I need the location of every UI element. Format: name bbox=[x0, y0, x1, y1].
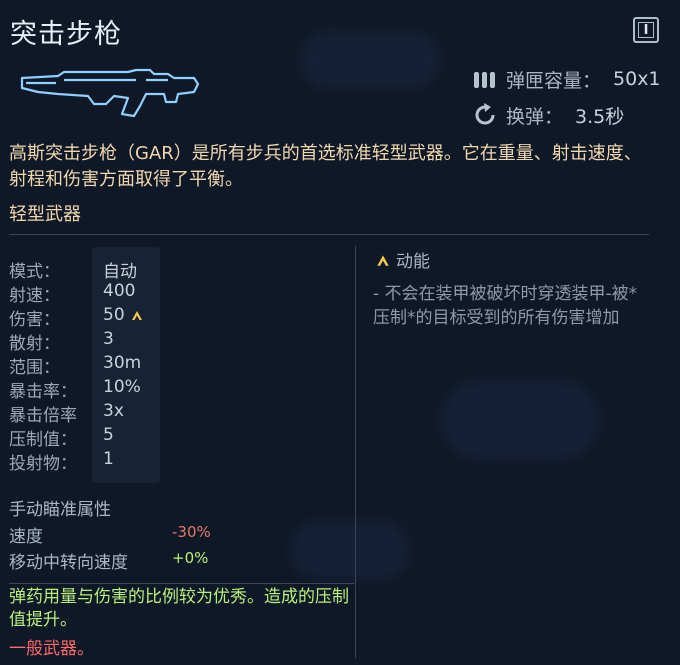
stat-value: 1 bbox=[103, 449, 114, 469]
aim-value: -30% bbox=[172, 523, 211, 541]
positive-perk: 弹药用量与伤害的比例较为优秀。造成的压制值提升。 bbox=[9, 587, 349, 630]
ammo-icon bbox=[470, 64, 500, 94]
reload-value: 3.5秒 bbox=[575, 105, 625, 128]
background-panel bbox=[440, 380, 600, 460]
stat-value: 自动 bbox=[103, 262, 137, 282]
weapon-category: 轻型武器 bbox=[9, 204, 81, 225]
stat-label: 范围： bbox=[9, 358, 60, 378]
aim-label: 移动中转向速度 bbox=[9, 553, 128, 573]
background-panel bbox=[290, 520, 410, 580]
stat-label: 伤害： bbox=[9, 310, 60, 330]
reload-label: 换弹： bbox=[506, 105, 564, 128]
stat-label: 射速： bbox=[9, 286, 60, 306]
divider bbox=[9, 583, 354, 584]
stat-label: 模式： bbox=[9, 262, 60, 282]
weapon-description: 高斯突击步枪（GAR）是所有步兵的首选标准轻型武器。它在重量、射击速度、射程和伤… bbox=[9, 143, 642, 190]
magazine-stat: 弹匣容量： 50x1 bbox=[470, 64, 661, 94]
stat-value: 3x bbox=[103, 401, 124, 421]
stat-label: 暴击倍率 bbox=[9, 406, 77, 426]
kinetic-description: - 不会在装甲被破坏时穿透装甲-被*压制*的目标受到的所有伤害增加 bbox=[373, 284, 638, 328]
damage-value: 50 bbox=[103, 305, 144, 325]
negative-perk: 一般武器。 bbox=[9, 639, 94, 659]
stat-label: 压制值： bbox=[9, 430, 77, 450]
kinetic-heading: 动能 bbox=[375, 247, 430, 272]
stat-label: 暴击率： bbox=[9, 382, 77, 402]
stat-value: 5 bbox=[103, 425, 114, 445]
kinetic-chevron-icon bbox=[377, 254, 389, 266]
background-panel bbox=[300, 30, 440, 90]
kinetic-chevron-icon bbox=[131, 311, 142, 320]
aim-value: +0% bbox=[172, 549, 209, 567]
info-button[interactable]: I bbox=[633, 17, 659, 43]
aim-label: 速度 bbox=[9, 527, 43, 547]
divider bbox=[9, 234, 649, 235]
stat-value: 10% bbox=[103, 377, 141, 397]
reload-stat: 换弹： 3.5秒 bbox=[470, 100, 624, 130]
stat-label: 投射物： bbox=[9, 454, 77, 474]
weapon-title: 突击步枪 bbox=[10, 19, 122, 50]
stat-label: 散射： bbox=[9, 334, 60, 354]
reload-icon bbox=[470, 100, 500, 130]
stat-value: 30m bbox=[103, 353, 142, 373]
assault-rifle-icon bbox=[20, 68, 200, 118]
info-icon: I bbox=[638, 22, 654, 38]
stat-value: 50 bbox=[103, 305, 125, 325]
aim-heading: 手动瞄准属性 bbox=[9, 500, 111, 520]
divider bbox=[355, 246, 356, 658]
magazine-label: 弹匣容量： bbox=[506, 69, 602, 92]
magazine-value: 50x1 bbox=[613, 68, 661, 90]
stat-value: 3 bbox=[103, 329, 114, 349]
stat-value: 400 bbox=[103, 281, 136, 301]
kinetic-title: 动能 bbox=[396, 252, 430, 272]
